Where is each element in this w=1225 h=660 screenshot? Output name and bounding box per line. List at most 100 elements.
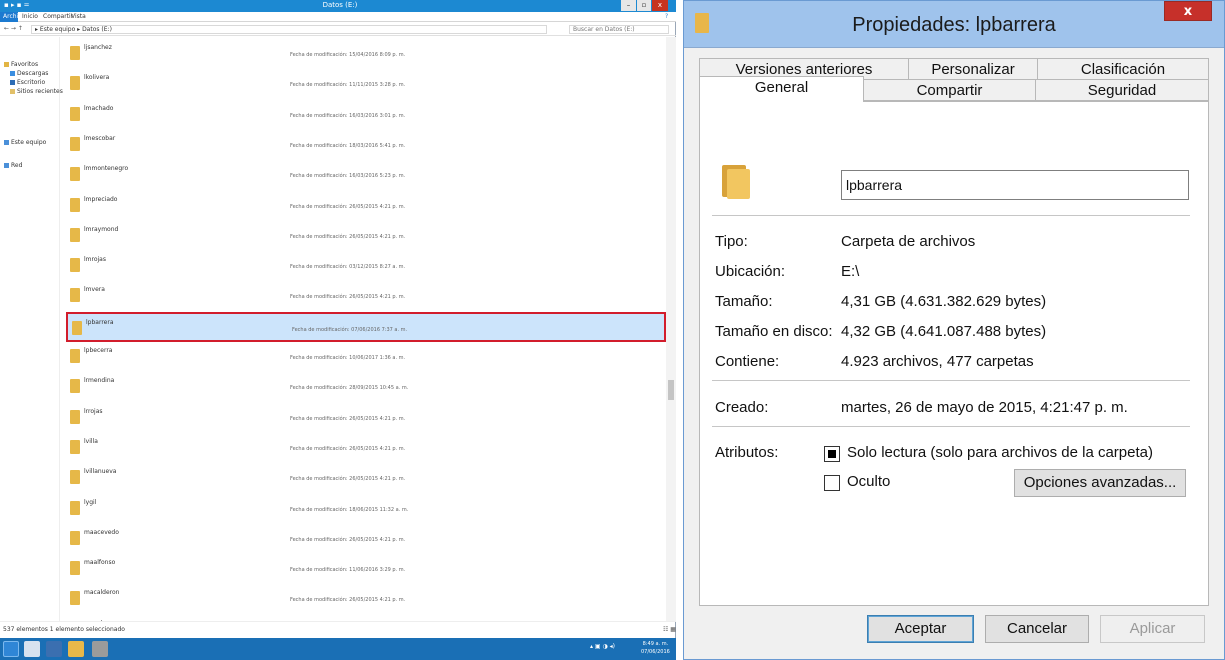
folder-modified-date: Fecha de modificación: 26/05/2015 4:21 p… <box>290 294 406 301</box>
folder-icon <box>70 500 80 515</box>
list-item[interactable]: lpbarrera Fecha de modificación: 07/06/20… <box>66 311 666 342</box>
folder-icon <box>70 136 80 151</box>
general-tab-panel: lpbarrera Tipo: Carpeta de archivos Ubic… <box>699 101 1209 606</box>
list-item[interactable]: maalfonso Fecha de modificación: 11/06/20… <box>66 554 666 584</box>
system-tray-icons[interactable]: ▴ ▣ ◑ ◂) <box>590 643 615 650</box>
list-item[interactable]: lrmendina Fecha de modificación: 28/09/20… <box>66 372 666 402</box>
list-item[interactable]: lmmontenegro Fecha de modificación: 16/03… <box>66 160 666 190</box>
dialog-close-button[interactable]: x <box>1164 1 1212 21</box>
folder-icon <box>70 258 80 273</box>
folder-name: ljsanchez <box>84 44 112 51</box>
nav-item-favoritos[interactable]: Favoritos <box>4 61 38 68</box>
ribbon-tab-archivo[interactable]: Archivo <box>0 12 25 22</box>
file-explorer-taskbar-icon[interactable] <box>68 641 84 657</box>
list-item[interactable]: lmpreciado Fecha de modificación: 26/05/2… <box>66 191 666 221</box>
star-icon <box>4 62 9 67</box>
folder-modified-date: Fecha de modificación: 11/11/2015 3:28 p… <box>290 82 406 89</box>
list-item[interactable]: ljsanchez Fecha de modificación: 15/04/20… <box>66 39 666 69</box>
solo-lectura-label[interactable]: Solo lectura (solo para archivos de la c… <box>847 444 1153 461</box>
nav-label: Este equipo <box>11 139 47 146</box>
list-item[interactable]: lmvera Fecha de modificación: 26/05/2015 … <box>66 281 666 311</box>
list-item[interactable]: lmraymond Fecha de modificación: 26/05/20… <box>66 221 666 251</box>
folder-name: lygil <box>84 498 97 506</box>
opciones-avanzadas-button[interactable]: Opciones avanzadas... <box>1014 469 1186 497</box>
list-item[interactable]: lmescobar Fecha de modificación: 18/03/20… <box>66 130 666 160</box>
folder-modified-date: Fecha de modificación: 16/03/2016 3:01 p… <box>290 112 406 119</box>
quick-access-toolbar[interactable]: ▪ ▸ ▪ = <box>4 1 30 9</box>
list-item[interactable]: lpbecerra Fecha de modificación: 10/06/20… <box>66 342 666 372</box>
maximize-button[interactable]: ▫ <box>637 0 651 11</box>
scrollbar-thumb[interactable] <box>668 380 674 400</box>
server-manager-icon[interactable] <box>24 641 40 657</box>
indeterminate-mark <box>828 450 836 458</box>
folder-name: lkolivera <box>84 74 110 82</box>
dialog-title-bar: Propiedades: lpbarrera x <box>684 1 1224 47</box>
powershell-icon[interactable] <box>46 641 62 657</box>
screen: ▪ ▸ ▪ = Datos (E:) – ▫ x Archivo Inicio … <box>0 0 1225 660</box>
tab-seguridad[interactable]: Seguridad <box>1035 79 1209 101</box>
tamano-disco-label: Tamaño en disco: <box>715 323 833 340</box>
list-item[interactable]: lrrojas Fecha de modificación: 26/05/2015… <box>66 403 666 433</box>
aceptar-button[interactable]: Aceptar <box>867 615 974 643</box>
minimize-button[interactable]: – <box>621 0 636 11</box>
ubicacion-label: Ubicación: <box>715 263 786 280</box>
tab-personalizar[interactable]: Personalizar <box>908 58 1038 80</box>
search-input[interactable]: Buscar en Datos (E:) <box>569 25 669 34</box>
address-bar-row: ← → ↑ ▸ Este equipo ▸ Datos (E:) Buscar … <box>0 23 676 36</box>
ribbon-tab-inicio[interactable]: Inicio <box>19 12 41 22</box>
folder-modified-date: Fecha de modificación: 18/06/2015 11:32 … <box>290 506 409 513</box>
desktop-icon <box>10 80 15 85</box>
folder-modified-date: Fecha de modificación: 07/06/2016 7:37 a… <box>292 326 408 333</box>
folder-name: lrrojas <box>84 407 103 415</box>
nav-label: Favoritos <box>11 61 39 68</box>
list-item[interactable]: lkolivera Fecha de modificación: 11/11/20… <box>66 69 666 99</box>
folder-icon <box>70 106 80 121</box>
folder-modified-date: Fecha de modificación: 16/03/2016 5:23 p… <box>290 173 406 180</box>
creado-label: Creado: <box>715 399 769 416</box>
nav-item-sitios-recientes[interactable]: Sitios recientes <box>10 88 63 95</box>
list-item[interactable]: lmachado Fecha de modificación: 16/03/201… <box>66 100 666 130</box>
folder-modified-date: Fecha de modificación: 26/05/2015 4:21 p… <box>290 476 406 483</box>
ribbon-tab-vista[interactable]: Vista <box>68 12 89 22</box>
explorer-close-button[interactable]: x <box>652 0 668 11</box>
folder-icon <box>70 439 80 454</box>
tab-compartir[interactable]: Compartir <box>863 79 1036 101</box>
list-item[interactable]: lygil Fecha de modificación: 18/06/2015 1… <box>66 494 666 524</box>
folder-modified-date: Fecha de modificación: 28/09/2015 10:45 … <box>290 385 409 392</box>
nav-item-descargas[interactable]: Descargas <box>10 70 48 77</box>
solo-lectura-checkbox[interactable] <box>824 446 840 462</box>
oculto-checkbox[interactable] <box>824 475 840 491</box>
tipo-label: Tipo: <box>715 233 748 250</box>
folder-icon <box>70 530 80 545</box>
tab-general[interactable]: General <box>699 76 864 102</box>
folder-modified-date: Fecha de modificación: 15/04/2016 8:09 p… <box>290 52 406 58</box>
ubicacion-value: E:\ <box>841 263 860 280</box>
tab-clasificacion[interactable]: Clasificación <box>1037 58 1209 80</box>
app-taskbar-icon[interactable] <box>92 641 108 657</box>
folder-icon <box>70 227 80 242</box>
list-item[interactable]: lmrojas Fecha de modificación: 03/12/2015… <box>66 251 666 281</box>
navigation-arrows[interactable]: ← → ↑ <box>4 25 23 32</box>
list-item[interactable]: maacevedo Fecha de modificación: 26/05/20… <box>66 524 666 554</box>
nav-item-red[interactable]: Red <box>4 162 22 169</box>
help-icon[interactable]: ? <box>662 12 671 22</box>
cancelar-button[interactable]: Cancelar <box>985 615 1089 643</box>
oculto-label[interactable]: Oculto <box>847 473 890 490</box>
start-icon[interactable] <box>3 641 19 657</box>
folder-name: lmraymond <box>84 225 119 233</box>
folder-name-input[interactable]: lpbarrera <box>841 170 1189 200</box>
clock[interactable]: 8:49 a. m. 07/06/2016 <box>641 640 670 656</box>
address-bar[interactable]: ▸ Este equipo ▸ Datos (E:) <box>31 25 547 34</box>
vertical-scrollbar[interactable] <box>666 37 676 621</box>
list-item[interactable]: lvillanueva Fecha de modificación: 26/05/… <box>66 463 666 493</box>
contiene-label: Contiene: <box>715 353 780 370</box>
nav-item-escritorio[interactable]: Escritorio <box>10 79 45 86</box>
folder-icon <box>70 197 80 212</box>
folder-modified-date: Fecha de modificación: 26/05/2015 4:21 p… <box>290 203 406 210</box>
folder-name: maacevedo <box>84 528 119 536</box>
nav-item-este-equipo[interactable]: Este equipo <box>4 139 46 146</box>
view-toggle-icons[interactable]: ☷ ▦ <box>663 622 676 638</box>
list-item[interactable]: macalderon Fecha de modificación: 26/05/2… <box>66 584 666 614</box>
list-item[interactable]: lvilla Fecha de modificación: 26/05/2015 … <box>66 433 666 463</box>
download-icon <box>10 71 15 76</box>
